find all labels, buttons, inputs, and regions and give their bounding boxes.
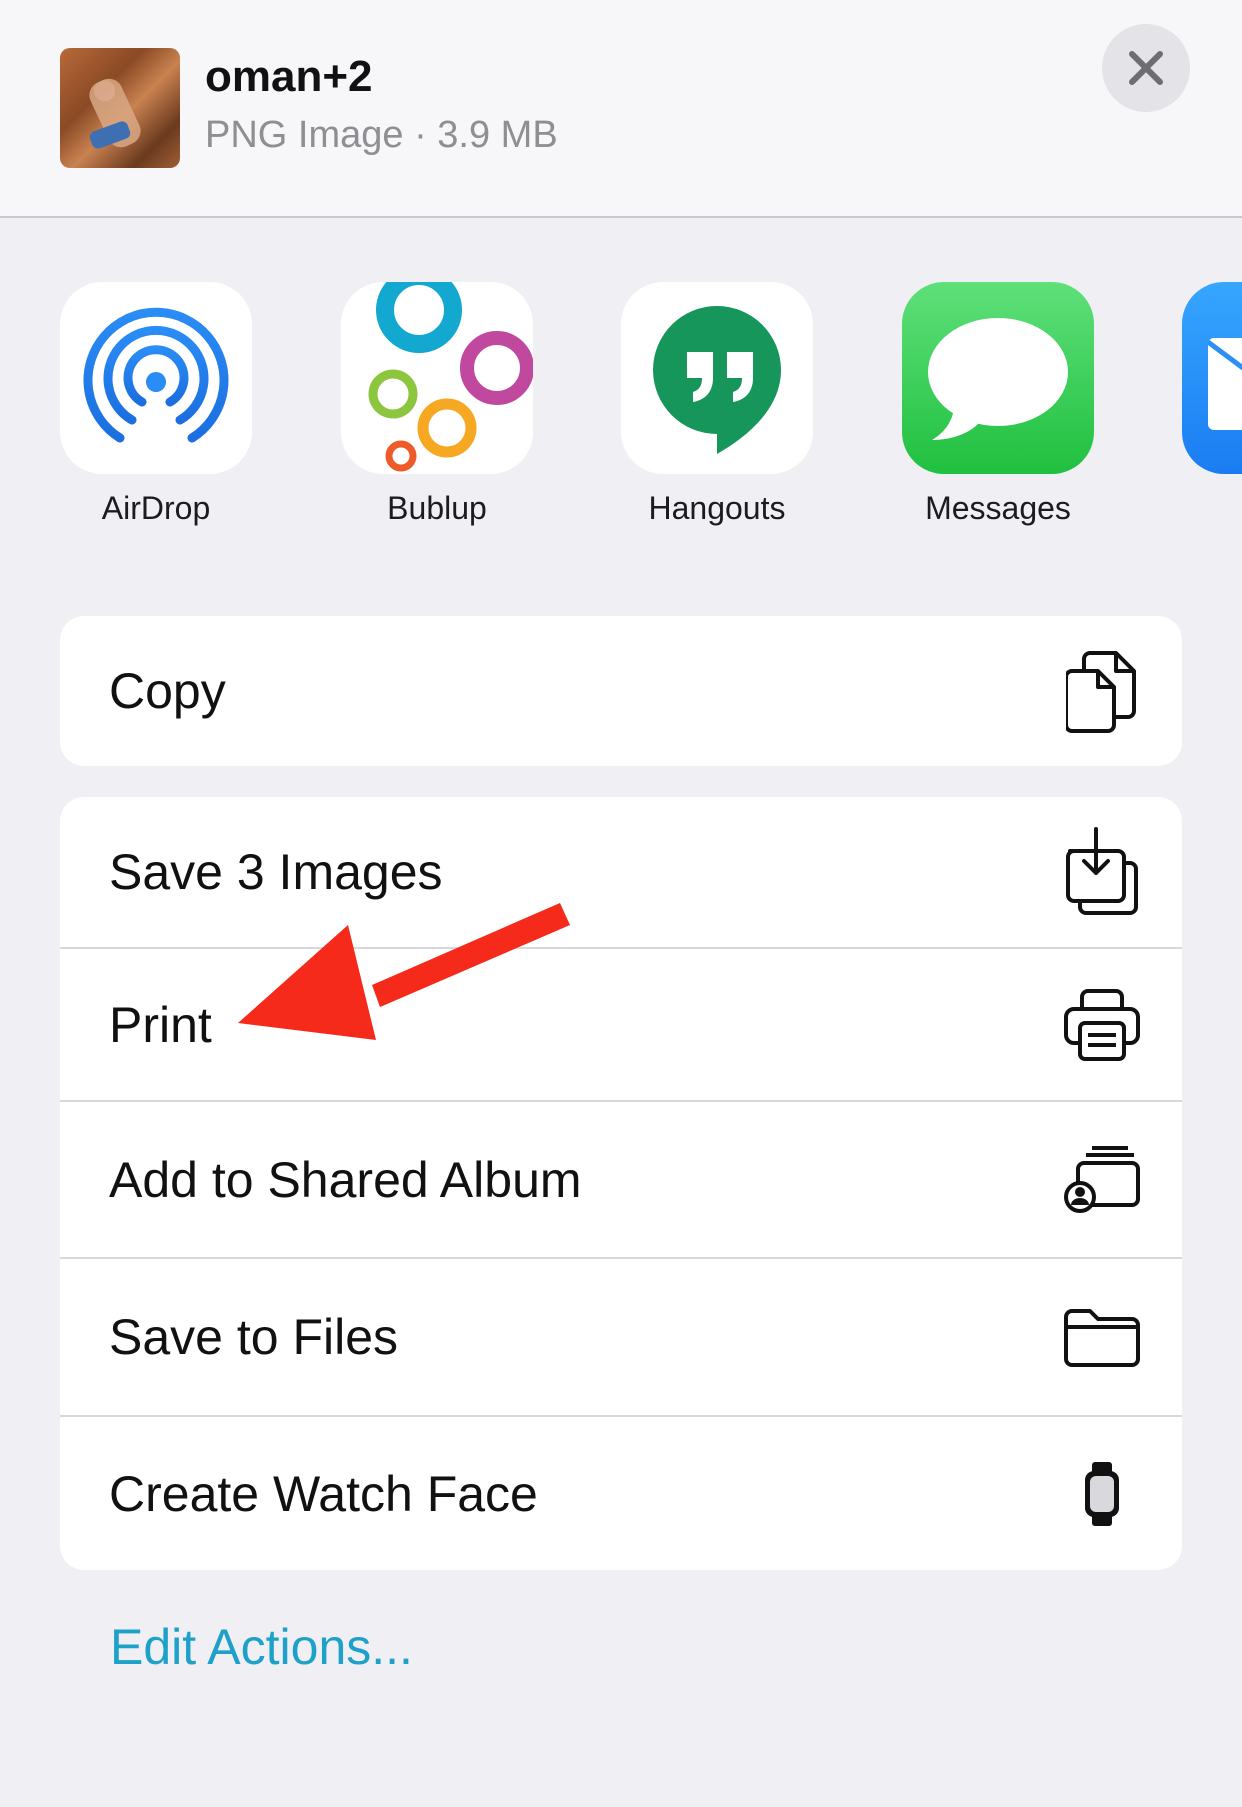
action-save-to-files[interactable]: Save to Files	[60, 1257, 1182, 1415]
action-label: Save to Files	[109, 1309, 399, 1365]
watch-icon	[1062, 1449, 1142, 1539]
action-copy[interactable]: Copy	[60, 616, 1182, 766]
share-apps-row: AirDrop Bublup Hangouts Messages	[0, 282, 1242, 542]
share-app-mail[interactable]	[1182, 282, 1242, 490]
action-label: Add to Shared Album	[109, 1151, 582, 1208]
app-label-hangouts: Hangouts	[648, 490, 786, 526]
actions-group-copy: Copy	[60, 616, 1182, 766]
file-name: oman+2	[205, 52, 373, 101]
action-create-watch-face[interactable]: Create Watch Face	[60, 1415, 1182, 1570]
action-label: Create Watch Face	[109, 1465, 538, 1522]
copy-icon	[1062, 646, 1142, 736]
action-label: Copy	[109, 663, 226, 719]
action-add-shared-album[interactable]: Add to Shared Album	[60, 1100, 1182, 1257]
shared-album-icon	[1062, 1135, 1142, 1225]
action-save-images[interactable]: Save 3 Images	[60, 797, 1182, 947]
app-label-airdrop: AirDrop	[101, 490, 211, 526]
action-label: Print	[109, 996, 212, 1053]
share-sheet-header: oman+2 PNG Image · 3.9 MB	[0, 0, 1242, 218]
edit-actions-link[interactable]: Edit Actions...	[110, 1618, 413, 1676]
share-app-airdrop[interactable]: AirDrop	[60, 282, 252, 527]
app-label-bublup: Bublup	[387, 490, 487, 526]
close-button[interactable]	[1102, 24, 1190, 112]
action-label: Save 3 Images	[109, 844, 443, 900]
file-info: PNG Image · 3.9 MB	[205, 114, 558, 156]
share-app-bublup[interactable]: Bublup	[341, 282, 533, 527]
image-thumbnail	[60, 48, 180, 168]
folder-icon	[1062, 1292, 1142, 1382]
messages-icon	[902, 282, 1094, 474]
app-label-messages: Messages	[925, 490, 1071, 526]
airdrop-icon	[60, 282, 252, 474]
share-app-messages[interactable]: Messages	[902, 282, 1094, 527]
hangouts-icon	[621, 282, 813, 474]
action-print[interactable]: Print	[60, 947, 1182, 1100]
bublup-icon	[341, 282, 533, 474]
actions-group-main: Save 3 Images Print Add to Shared Album	[60, 797, 1182, 1570]
save-image-icon	[1062, 827, 1142, 917]
mail-icon	[1182, 282, 1242, 474]
share-app-hangouts[interactable]: Hangouts	[621, 282, 813, 527]
printer-icon	[1062, 980, 1142, 1070]
annotation-arrow	[238, 903, 570, 1040]
close-icon	[1129, 51, 1163, 85]
